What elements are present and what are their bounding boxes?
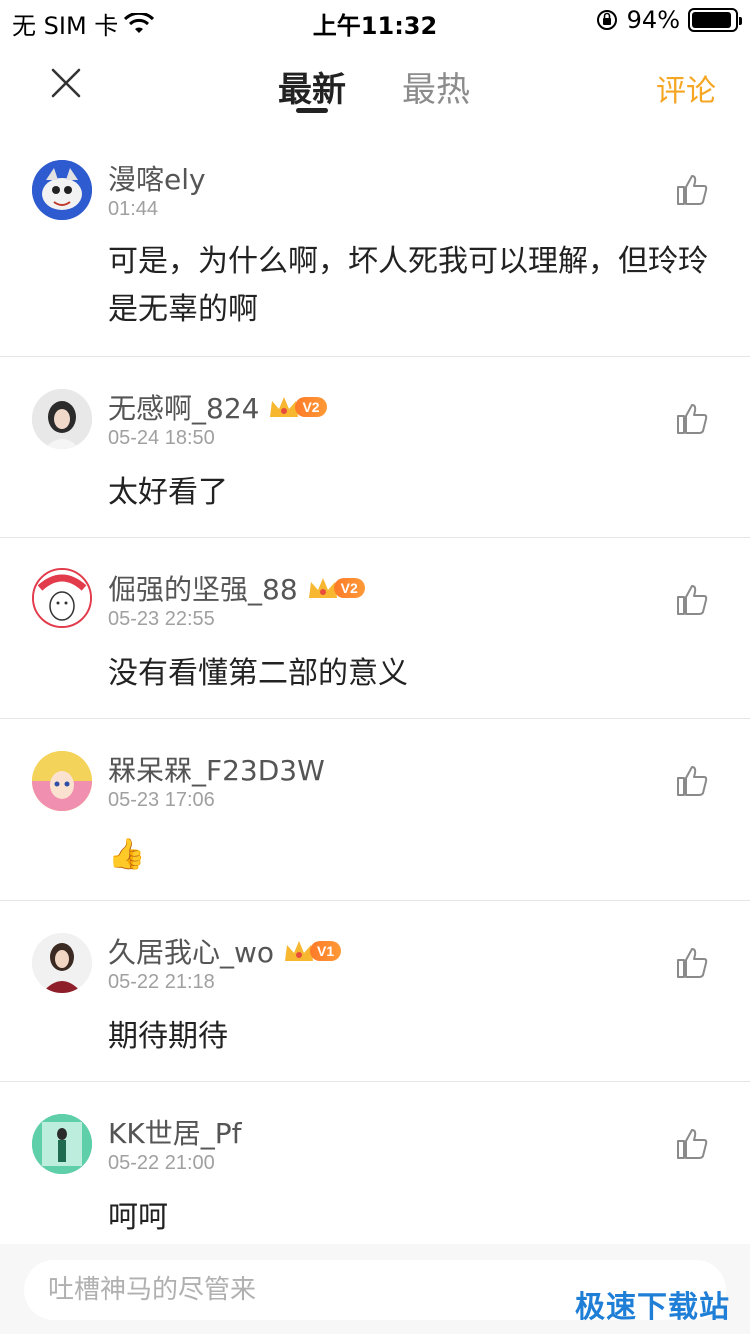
comment-button[interactable]: 评论 xyxy=(656,66,716,110)
comment-time: 05-22 21:18 xyxy=(108,971,215,993)
tab-latest[interactable]: 最新 xyxy=(278,62,346,111)
username-row: KK世居_Pf xyxy=(108,1112,241,1152)
username[interactable]: 漫喀ely xyxy=(108,158,206,198)
thumbs-up-icon xyxy=(677,404,708,434)
avatar-image xyxy=(32,1114,92,1174)
avatar[interactable] xyxy=(32,389,92,449)
thumbs-up-icon xyxy=(677,766,708,796)
username[interactable]: 无感啊_824 xyxy=(108,387,259,427)
like-button[interactable] xyxy=(674,172,710,208)
comment-time: 05-23 17:06 xyxy=(108,789,215,811)
comment-item: 漫喀ely 01:44 可是，为什么啊，坏人死我可以理解，但玲玲是无辜的啊 xyxy=(0,140,750,357)
comment-text: 可是，为什么啊，坏人死我可以理解，但玲玲是无辜的啊 xyxy=(108,244,708,327)
avatar[interactable] xyxy=(32,1114,92,1174)
comment-item: 倔强的坚强_88 V2 05-23 22:55 没有看懂第二部的意义 xyxy=(0,538,750,719)
comment-time: 05-24 18:50 xyxy=(108,427,215,449)
comment-time: 05-23 22:55 xyxy=(108,608,215,630)
comment-text: 期待期待 xyxy=(108,1019,228,1054)
vip-badge: V2 xyxy=(306,574,365,602)
comment-item: 久居我心_wo V1 05-22 21:18 期待期待 xyxy=(0,901,750,1082)
thumbs-up-icon xyxy=(677,948,708,978)
username[interactable]: KK世居_Pf xyxy=(108,1112,241,1152)
thumbs-up-icon xyxy=(677,175,708,205)
comment-text: 呵呵 xyxy=(108,1200,168,1235)
close-icon xyxy=(51,68,81,98)
avatar[interactable] xyxy=(32,933,92,993)
vip-badge: V2 xyxy=(267,393,327,421)
like-button[interactable] xyxy=(674,582,710,618)
vip-level: V1 xyxy=(310,941,342,961)
username[interactable]: 倔强的坚强_88 xyxy=(108,568,298,608)
battery-percent: 94% xyxy=(626,6,680,34)
username[interactable]: 槑呆槑_F23D3W xyxy=(108,749,325,789)
like-button[interactable] xyxy=(674,1126,710,1162)
avatar[interactable] xyxy=(32,751,92,811)
thumbs-up-icon xyxy=(677,585,708,615)
comment-item: KK世居_Pf 05-22 21:00 呵呵 xyxy=(0,1082,750,1244)
comment-item: 槑呆槑_F23D3W 05-23 17:06 👍 xyxy=(0,719,750,901)
comment-text: 👍 xyxy=(108,837,146,872)
username-row: 漫喀ely xyxy=(108,158,206,198)
username[interactable]: 久居我心_wo xyxy=(108,931,274,971)
active-tab-indicator xyxy=(296,108,328,113)
avatar[interactable] xyxy=(32,568,92,628)
orientation-lock-icon xyxy=(596,10,617,30)
username-row: 倔强的坚强_88 V2 xyxy=(108,568,365,608)
battery-fill xyxy=(692,12,732,28)
avatar-image xyxy=(34,570,90,626)
vip-level: V2 xyxy=(333,578,365,598)
avatar-image xyxy=(32,160,92,220)
username-row: 久居我心_wo V1 xyxy=(108,931,342,971)
top-nav: 最新 最热 评论 xyxy=(0,40,750,130)
comment-time: 01:44 xyxy=(108,198,159,220)
comment-text: 没有看懂第二部的意义 xyxy=(108,656,408,691)
like-button[interactable] xyxy=(674,401,710,437)
username-row: 无感啊_824 V2 xyxy=(108,387,327,427)
status-right: 94% xyxy=(595,6,742,34)
avatar-image xyxy=(32,751,92,811)
tab-hot[interactable]: 最热 xyxy=(402,62,470,111)
avatar-image xyxy=(32,389,92,449)
battery-icon xyxy=(688,8,742,32)
like-button[interactable] xyxy=(674,945,710,981)
vip-level: V2 xyxy=(295,397,327,417)
username-row: 槑呆槑_F23D3W xyxy=(108,749,325,789)
avatar[interactable] xyxy=(32,160,92,220)
close-button[interactable] xyxy=(38,60,94,110)
vip-badge: V1 xyxy=(282,937,342,965)
status-bar: 无 SIM 卡 上午11:32 94% xyxy=(0,0,750,40)
comment-time: 05-22 21:00 xyxy=(108,1152,215,1174)
comment-text: 太好看了 xyxy=(108,475,228,510)
like-button[interactable] xyxy=(674,763,710,799)
thumbs-up-icon xyxy=(677,1129,708,1159)
avatar-image xyxy=(32,933,92,993)
watermark-logo: 极速下载站 xyxy=(575,1290,730,1325)
comment-item: 无感啊_824 V2 05-24 18:50 太好看了 xyxy=(0,357,750,538)
